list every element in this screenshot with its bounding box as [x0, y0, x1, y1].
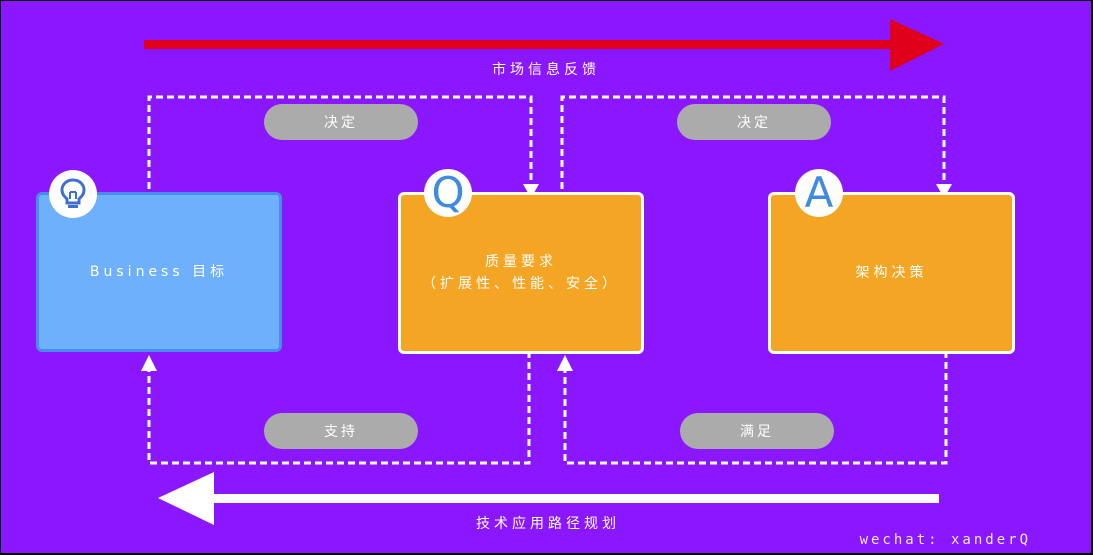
tech-path-arrow-shaft	[211, 494, 939, 503]
diagram-canvas: 市场信息反馈 技术应用路径规划 决定 决定 支持 满足 Business 目标 …	[1, 1, 1091, 553]
arrowhead-into-business	[141, 355, 157, 371]
decide-pill-right: 决定	[677, 104, 831, 140]
business-goal-label: Business 目标	[89, 264, 229, 280]
lightbulb-icon	[49, 170, 97, 218]
architecture-badge: A	[795, 169, 843, 217]
quality-badge: Q	[424, 169, 472, 217]
decide-pill-left: 决定	[264, 104, 418, 140]
quality-requirements-title: 质量要求	[485, 254, 557, 270]
support-pill: 支持	[264, 413, 418, 449]
quality-badge-letter: Q	[431, 168, 465, 217]
watermark: wechat: xanderQ	[859, 532, 1031, 548]
architecture-badge-letter: A	[804, 168, 834, 217]
market-feedback-label: 市场信息反馈	[492, 62, 600, 78]
tech-path-label: 技术应用路径规划	[476, 516, 620, 532]
tech-path-arrowhead	[158, 472, 214, 525]
satisfy-pill: 满足	[680, 413, 834, 449]
architecture-decision-label: 架构决策	[855, 265, 928, 281]
quality-requirements-subtitle: （扩展性、性能、安全）	[422, 276, 620, 292]
market-feedback-arrowhead	[890, 19, 944, 71]
market-feedback-arrow-shaft	[144, 40, 896, 49]
arrowhead-into-quality-bottom	[557, 355, 573, 371]
